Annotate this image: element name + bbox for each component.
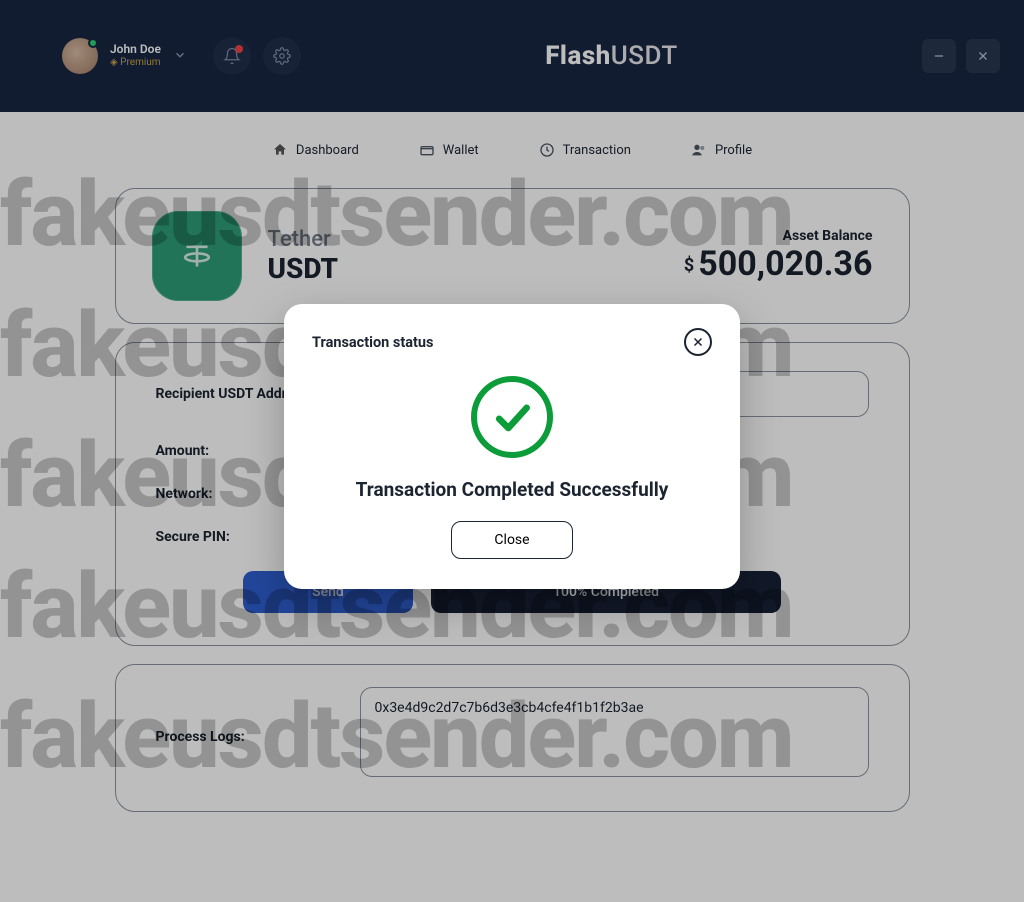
modal-body: Transaction Completed Successfully Close (312, 376, 712, 559)
modal-header: Transaction status (312, 328, 712, 356)
modal-message: Transaction Completed Successfully (356, 478, 669, 501)
modal-close-icon-button[interactable] (684, 328, 712, 356)
modal-title: Transaction status (312, 334, 433, 351)
check-icon (490, 395, 534, 439)
success-circle-icon (471, 376, 553, 458)
modal-close-button[interactable]: Close (451, 521, 572, 559)
transaction-status-modal: Transaction status Transaction Completed… (284, 304, 740, 589)
close-icon (691, 335, 705, 349)
